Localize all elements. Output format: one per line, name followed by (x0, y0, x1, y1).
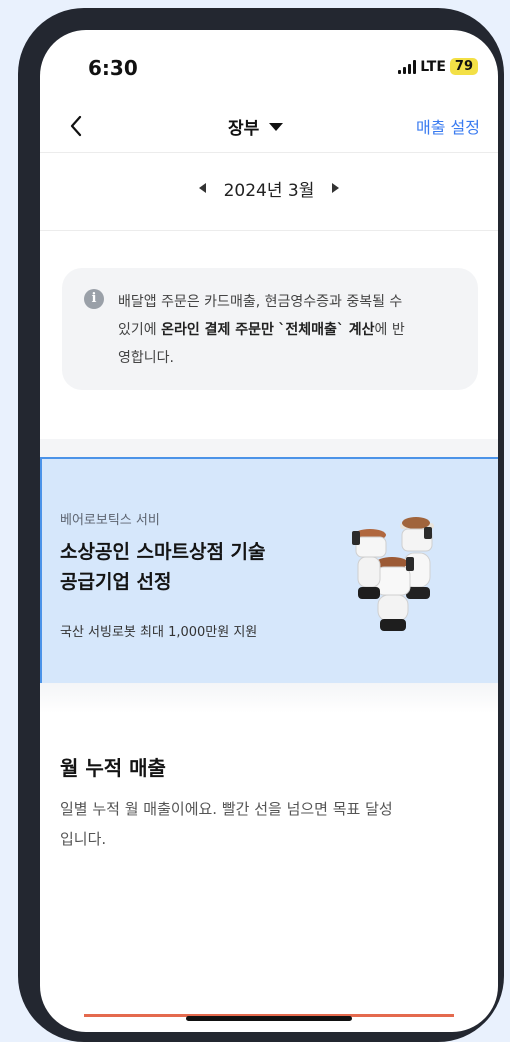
banner-title: 소상공인 스마트상점 기술 공급기업 선정 (60, 537, 266, 597)
month-label: 2024년 3월 (223, 180, 315, 201)
notice-line-3: 영합니다. (118, 350, 174, 366)
section-separator (40, 439, 498, 457)
signal-icon (398, 59, 417, 74)
caret-down-icon (269, 122, 284, 131)
notice-card: i 배달앱 주문은 카드매출, 현금영수증과 중복될 수 있기에 온라인 결제 … (62, 268, 478, 390)
chevron-left-icon (70, 115, 82, 137)
banner-subtitle: 국산 서빙로봇 최대 1,000만원 지원 (60, 625, 258, 640)
sales-settings-link[interactable]: 매출 설정 (416, 114, 480, 138)
back-button[interactable] (56, 106, 96, 146)
notice-emphasis: 온라인 결제 주문만 (161, 322, 274, 338)
nav-bar: 장부 매출 설정 (40, 100, 498, 152)
nav-title: 장부 (228, 119, 260, 139)
section-desc-line: 일별 누적 월 매출이에요. 빨간 선을 넘으면 목표 달성 (60, 800, 393, 818)
notice-text-part: 있기에 (118, 322, 162, 338)
section-description: 일별 누적 월 매출이에요. 빨간 선을 넘으면 목표 달성 입니다. (60, 794, 480, 854)
nav-divider (40, 152, 498, 153)
notice-emphasis: `전체매출` 계산 (278, 322, 375, 338)
status-bar: 6:30 LTE 79 (40, 30, 498, 100)
promo-banner[interactable]: 베어로보틱스 서비 소상공인 스마트상점 기술 공급기업 선정 국산 서빙로봇 … (40, 457, 498, 685)
home-indicator (186, 1016, 352, 1021)
status-time: 6:30 (88, 56, 138, 80)
ledger-selector[interactable]: 장부 (228, 114, 284, 139)
section-title: 월 누적 매출 (60, 756, 166, 780)
month-navigator: 2024년 3월 (40, 170, 498, 206)
status-indicators: LTE 79 (398, 58, 478, 75)
banner-title-line: 소상공인 스마트상점 기술 (60, 541, 266, 563)
prev-month-icon[interactable] (198, 183, 206, 193)
battery-badge: 79 (449, 58, 478, 75)
notice-line-1: 배달앱 주문은 카드매출, 현금영수증과 중복될 수 (118, 294, 403, 310)
serving-robot-image (352, 517, 434, 631)
notice-text-part: 에 반 (374, 322, 405, 338)
month-divider (40, 230, 498, 231)
network-label: LTE (420, 58, 446, 75)
section-desc-line: 입니다. (60, 830, 107, 848)
notice-line-2: 있기에 온라인 결제 주문만 `전체매출` 계산에 반 (118, 316, 454, 344)
info-icon: i (84, 289, 104, 309)
section-separator-gradient (40, 683, 498, 713)
banner-kicker: 베어로보틱스 서비 (60, 513, 160, 528)
next-month-icon[interactable] (332, 183, 340, 193)
notice-text: 배달앱 주문은 카드매출, 현금영수증과 중복될 수 있기에 온라인 결제 주문… (118, 288, 454, 372)
banner-title-line: 공급기업 선정 (60, 571, 172, 593)
app-screen: 6:30 LTE 79 장부 매출 설정 2024년 3월 i 배달앱 주문은 … (40, 30, 498, 1032)
